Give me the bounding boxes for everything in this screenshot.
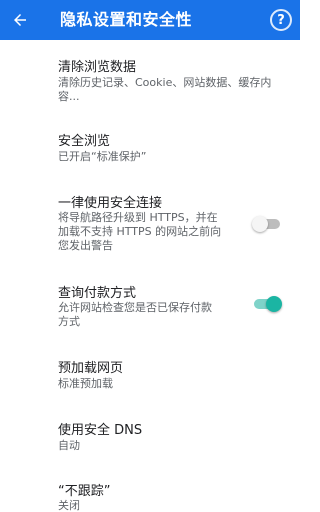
secure-connections-toggle[interactable] <box>252 216 280 232</box>
question-mark-icon: ? <box>277 12 285 28</box>
page-title: 隐私设置和安全性 <box>60 10 193 29</box>
setting-secure-dns[interactable]: 使用安全 DNS 自动 <box>0 417 300 457</box>
setting-safe-browsing[interactable]: 安全浏览 已开启“标准保护” <box>0 128 300 168</box>
setting-summary-line: 加载不支持 HTTPS 的网站之前向 <box>58 225 222 238</box>
toggle-thumb <box>266 296 282 312</box>
setting-title: 预加载网页 <box>58 361 124 376</box>
setting-summary-line: 允许网站检查您是否已保存付款 <box>58 301 212 314</box>
setting-summary-line: 方式 <box>58 315 80 328</box>
setting-do-not-track[interactable]: “不跟踪” 关闭 <box>0 478 300 512</box>
setting-title: “不跟踪” <box>58 484 111 499</box>
setting-summary-line: 容... <box>58 90 80 103</box>
setting-summary-line: 自动 <box>58 439 80 452</box>
setting-title: 清除浏览数据 <box>58 60 137 75</box>
help-button[interactable]: ? <box>270 9 292 31</box>
setting-title: 使用安全 DNS <box>58 423 143 438</box>
arrow-left-icon <box>14 14 26 26</box>
back-button[interactable] <box>6 6 34 34</box>
setting-title: 安全浏览 <box>58 134 111 149</box>
setting-title: 一律使用安全连接 <box>58 196 163 211</box>
setting-summary-line: 关闭 <box>58 499 80 512</box>
toggle-thumb <box>252 216 268 232</box>
setting-payment-methods[interactable]: 查询付款方式 允许网站检查您是否已保存付款 方式 <box>0 280 300 332</box>
setting-title: 查询付款方式 <box>58 286 137 301</box>
setting-summary-line: 您发出警告 <box>58 239 113 252</box>
setting-always-secure-connections[interactable]: 一律使用安全连接 将导航路径升级到 HTTPS，并在 加载不支持 HTTPS 的… <box>0 190 300 260</box>
setting-preload-pages[interactable]: 预加载网页 标准预加载 <box>0 355 300 395</box>
setting-summary-line: 已开启“标准保护” <box>58 150 147 163</box>
payment-methods-toggle[interactable] <box>254 296 282 312</box>
setting-summary-line: 将导航路径升级到 HTTPS，并在 <box>58 211 218 224</box>
app-bar: 隐私设置和安全性 ? <box>0 0 300 40</box>
setting-clear-browsing-data[interactable]: 清除浏览数据 清除历史记录、Cookie、网站数据、缓存内 容... <box>0 54 300 106</box>
setting-summary-line: 标准预加载 <box>58 377 113 390</box>
setting-summary-line: 清除历史记录、Cookie、网站数据、缓存内 <box>58 76 272 89</box>
